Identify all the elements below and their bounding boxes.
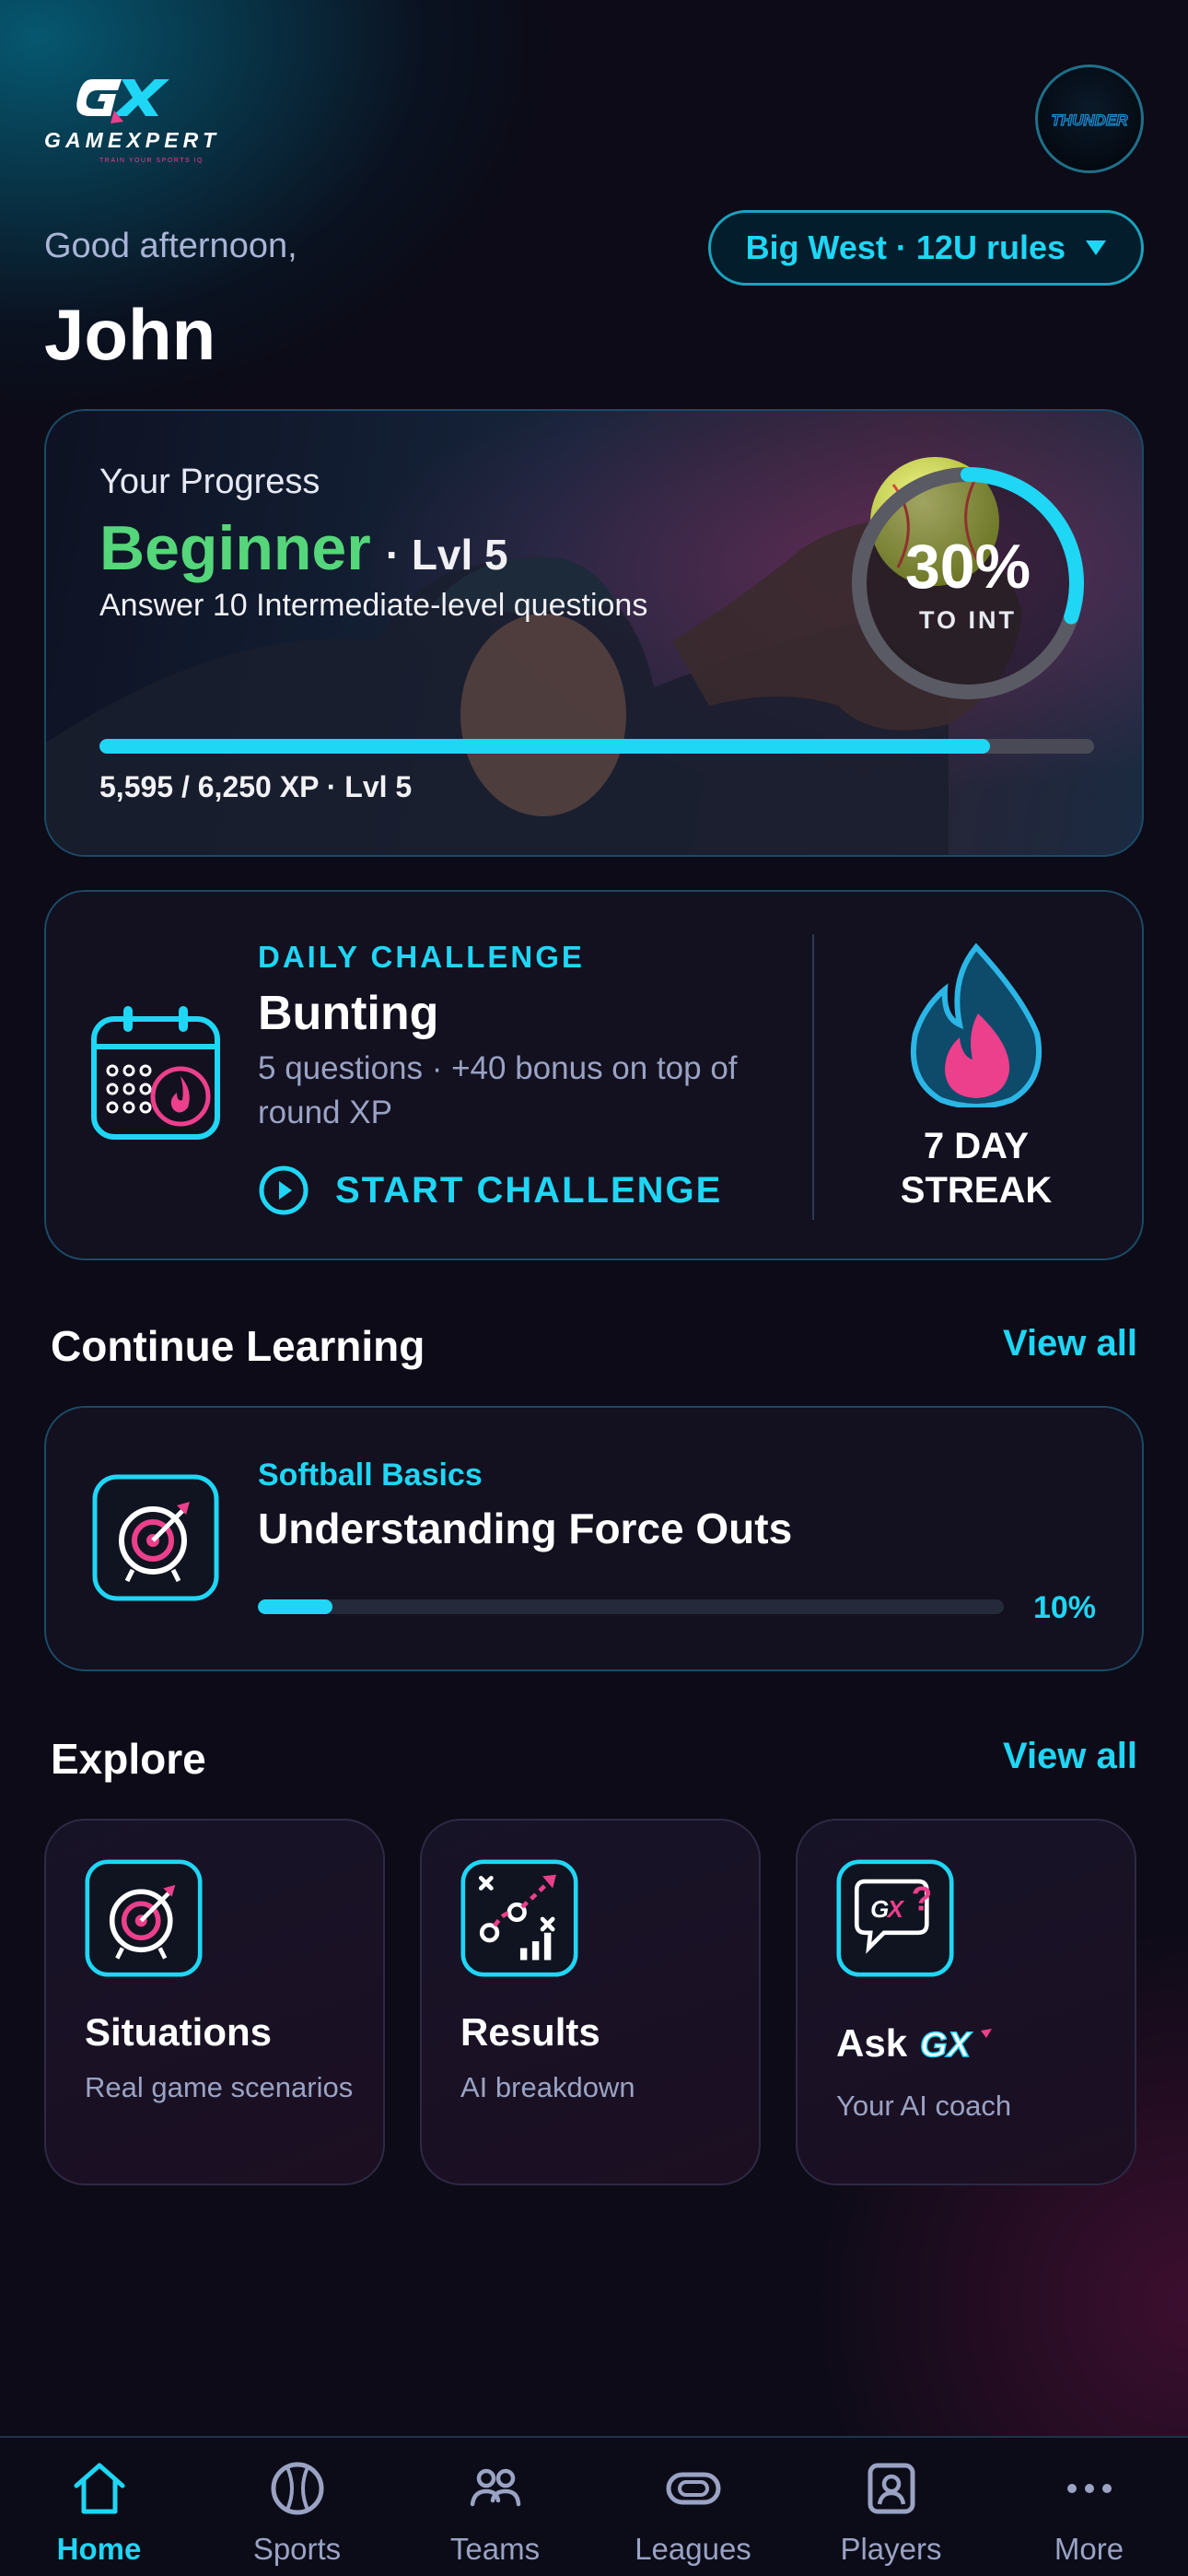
- streak-label: STREAK: [900, 1170, 1053, 1211]
- flame-icon: [903, 942, 1050, 1109]
- target-icon: [92, 1474, 219, 1601]
- ring-percent: 30%: [904, 532, 1031, 602]
- nav-label: More: [1054, 2532, 1124, 2566]
- league-selector-label: Big West · 12U rules: [745, 228, 1066, 266]
- ask-gx-title: Ask GX: [836, 2021, 999, 2066]
- course-progress-percent: 10%: [1032, 1590, 1096, 1625]
- daily-challenge-kicker: DAILY CHALLENGE: [258, 940, 585, 974]
- nav-item-sports[interactable]: Sports: [198, 2438, 396, 2576]
- course-progress-fill: [258, 1599, 332, 1614]
- calendar-flame-icon: [90, 1004, 221, 1142]
- users-icon: [470, 2468, 520, 2507]
- daily-challenge-divider: [812, 934, 814, 1220]
- gx-logo: GX: [920, 2025, 993, 2062]
- explore-card-title: Situations: [85, 2010, 273, 2054]
- ball-icon: [271, 2462, 323, 2515]
- nav-item-more[interactable]: More: [990, 2438, 1188, 2576]
- svg-text:X: X: [886, 1895, 905, 1923]
- streak-text: 7 DAY STREAK: [847, 1124, 1105, 1212]
- explore-card-title: Results: [460, 2010, 600, 2054]
- xp-text: 5,595 / 6,250 XP · Lvl 5: [99, 770, 413, 803]
- level-name: Beginner: [99, 513, 371, 583]
- nav-label: Leagues: [635, 2532, 751, 2566]
- user-name: John: [44, 294, 216, 375]
- explore-card-subtitle: Your AI coach: [836, 2090, 1012, 2122]
- nav-label: Players: [840, 2532, 942, 2566]
- xp-progress-fill: [99, 739, 990, 754]
- explore-title: Explore: [51, 1735, 206, 1783]
- nav-item-leagues[interactable]: Leagues: [594, 2438, 792, 2576]
- explore-card-situations[interactable]: Situations Real game scenarios: [44, 1819, 385, 2185]
- xp-progress-bar: [99, 739, 1094, 754]
- course-category: Softball Basics: [258, 1458, 483, 1493]
- svg-text:?: ?: [912, 1879, 933, 1918]
- home-icon: [74, 2463, 124, 2514]
- greeting-text: Good afternoon,: [44, 227, 297, 265]
- player-icon: [868, 2463, 914, 2514]
- nav-label: Teams: [449, 2532, 541, 2566]
- progress-level: Beginner · Lvl 5: [99, 512, 508, 584]
- nav-item-home[interactable]: Home: [0, 2438, 198, 2576]
- course-title: Understanding Force Outs: [258, 1505, 793, 1552]
- gx-logo-text: GX: [920, 2026, 973, 2062]
- explore-card-results[interactable]: Results AI breakdown: [420, 1819, 761, 2185]
- level-number: · Lvl 5: [385, 531, 508, 579]
- course-progress-bar: [258, 1599, 1004, 1614]
- streak-count: 7 DAY: [923, 1126, 1030, 1166]
- continue-learning-view-all[interactable]: View all: [1003, 1323, 1137, 1364]
- course-card[interactable]: Softball Basics Understanding Force Outs…: [44, 1406, 1144, 1671]
- explore-card-subtitle: AI breakdown: [460, 2071, 635, 2103]
- svg-text:G: G: [870, 1895, 889, 1923]
- daily-challenge-description: 5 questions · +40 bonus on top of round …: [258, 1050, 738, 1130]
- leagues-icon: [666, 2472, 720, 2505]
- progress-task: Answer 10 Intermediate-level questions: [99, 588, 648, 623]
- bottom-navigation: Home Sports Teams Leagues Players More: [0, 2436, 1188, 2576]
- explore-card-ask-gx[interactable]: G X ? Ask GX Your AI coach: [796, 1819, 1136, 2185]
- nav-item-teams[interactable]: Teams: [396, 2438, 594, 2576]
- caret-down-icon: [1086, 240, 1106, 255]
- team-avatar[interactable]: THUNDER: [1035, 64, 1144, 173]
- target-icon: [85, 1859, 203, 1977]
- ring-subtitle: TO INT: [918, 606, 1017, 634]
- logo-tagline: TRAIN YOUR SPORTS IQ: [99, 158, 204, 164]
- progress-card[interactable]: Your Progress Beginner · Lvl 5 Answer 10…: [44, 409, 1144, 857]
- progress-label: Your Progress: [99, 463, 320, 501]
- start-challenge-button[interactable]: START CHALLENGE: [258, 1165, 722, 1216]
- start-challenge-label: START CHALLENGE: [335, 1169, 723, 1211]
- explore-card-title: Ask: [836, 2021, 908, 2065]
- gamexpert-logo: GAMEXPERT TRAIN YOUR SPORTS IQ: [44, 74, 219, 166]
- play-circle-icon: [259, 1165, 309, 1215]
- daily-challenge-title: Bunting: [258, 987, 439, 1040]
- logo-text: GAMEXPERT: [44, 128, 217, 152]
- nav-label: Home: [56, 2532, 142, 2566]
- avatar-text: THUNDER: [1051, 111, 1128, 129]
- strategy-chart-icon: [460, 1859, 578, 1977]
- level-progress-ring: 30% TO INT: [844, 459, 1092, 708]
- continue-learning-title: Continue Learning: [51, 1322, 425, 1370]
- chat-bubble-icon: G X ?: [836, 1859, 954, 1977]
- explore-view-all[interactable]: View all: [1003, 1736, 1137, 1777]
- nav-item-players[interactable]: Players: [792, 2438, 990, 2576]
- league-selector[interactable]: Big West · 12U rules: [707, 210, 1144, 286]
- explore-card-subtitle: Real game scenarios: [85, 2071, 354, 2103]
- more-icon: [1066, 2484, 1112, 2493]
- daily-challenge-card[interactable]: DAILY CHALLENGE Bunting 5 questions · +4…: [44, 890, 1144, 1260]
- nav-label: Sports: [252, 2532, 342, 2566]
